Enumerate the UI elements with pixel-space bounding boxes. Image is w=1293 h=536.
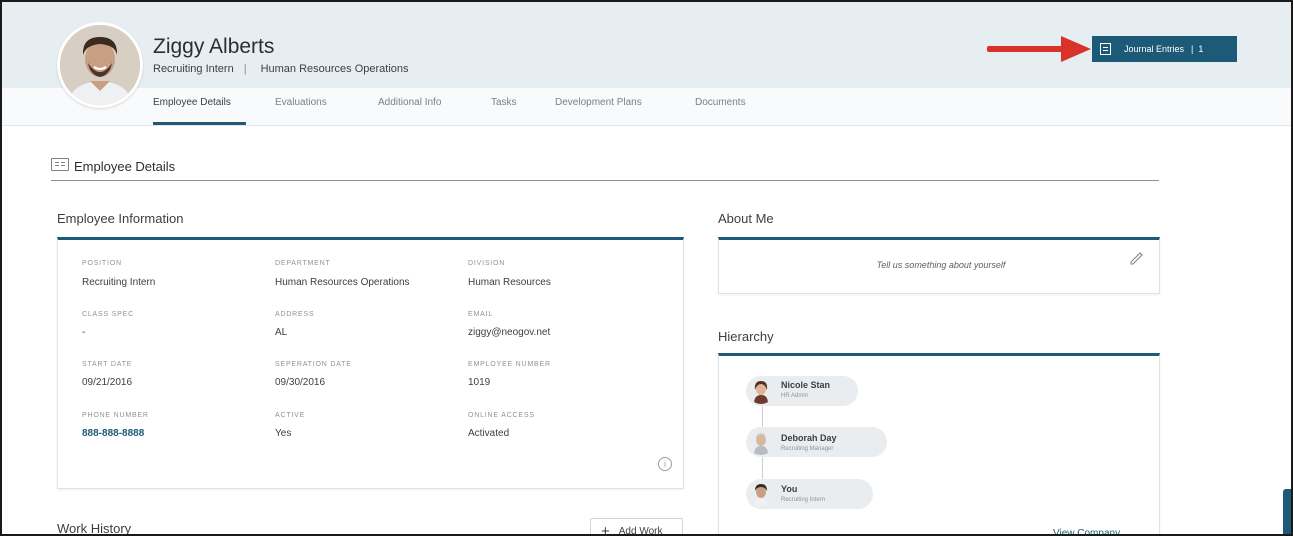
- journal-separator: |: [1191, 44, 1194, 54]
- field-label-start-date: START DATE: [82, 361, 133, 368]
- tab-development-plans[interactable]: Development Plans: [555, 97, 642, 108]
- tab-tasks[interactable]: Tasks: [491, 97, 517, 108]
- field-label-employee-number: EMPLOYEE NUMBER: [468, 361, 551, 368]
- work-history-title: Work History: [57, 521, 132, 536]
- red-arrow-icon: [987, 36, 1091, 62]
- hierarchy-person-role: HR Admin: [781, 393, 809, 399]
- field-value-address: AL: [275, 327, 288, 338]
- subtitle-separator: |: [243, 63, 247, 75]
- add-work-label: Add Work: [618, 525, 663, 536]
- employee-information-card: [57, 237, 684, 489]
- employee-position: Recruiting Intern: [153, 63, 234, 75]
- section-divider: [51, 180, 1159, 181]
- employee-subtitle: Recruiting Intern | Human Resources Operat…: [153, 63, 409, 75]
- field-value-start-date: 09/21/2016: [82, 377, 133, 388]
- journal-icon: [1100, 43, 1111, 55]
- hierarchy-person-role: Recruiting Intern: [781, 497, 826, 503]
- field-value-separation-date: 09/30/2016: [275, 377, 326, 388]
- hierarchy-person-name: Deborah Day: [781, 433, 837, 443]
- view-company-link[interactable]: View Company: [1053, 528, 1120, 534]
- hierarchy-person-name: Nicole Stan: [781, 380, 831, 390]
- scrollbar-thumb[interactable]: [1283, 489, 1291, 534]
- field-label-class-spec: CLASS SPEC: [82, 311, 134, 318]
- tab-evaluations[interactable]: Evaluations: [275, 97, 327, 108]
- field-value-active: Yes: [275, 428, 292, 439]
- employee-information-title: Employee Information: [57, 211, 184, 226]
- field-label-division: DIVISION: [468, 260, 506, 267]
- field-value-email[interactable]: ziggy@neogov.net: [468, 327, 550, 338]
- field-value-division: Human Resources: [468, 277, 551, 288]
- pencil-icon[interactable]: [1128, 249, 1144, 265]
- field-value-employee-number: 1019: [468, 377, 491, 388]
- plus-icon: +: [601, 522, 610, 536]
- journal-entries-label: Journal Entries: [1124, 44, 1185, 54]
- field-value-position: Recruiting Intern: [82, 277, 156, 288]
- field-label-address: ADDRESS: [275, 311, 315, 318]
- tab-additional-info[interactable]: Additional Info: [378, 97, 441, 108]
- field-value-department: Human Resources Operations: [275, 277, 410, 288]
- field-label-separation-date: SEPERATION DATE: [275, 361, 352, 368]
- hierarchy-title: Hierarchy: [718, 329, 774, 344]
- journal-entries-button[interactable]: Journal Entries | 1: [1092, 36, 1237, 62]
- field-label-online-access: ONLINE ACCESS: [468, 412, 535, 419]
- info-icon[interactable]: i: [658, 457, 672, 471]
- field-label-active: ACTIVE: [275, 412, 306, 419]
- tab-documents[interactable]: Documents: [695, 97, 746, 108]
- tab-employee-details[interactable]: Employee Details: [153, 97, 231, 108]
- add-work-button[interactable]: + Add Work: [590, 518, 683, 536]
- employee-department: Human Resources Operations: [260, 63, 409, 75]
- employee-name: Ziggy Alberts: [153, 35, 275, 58]
- id-card-icon: [51, 158, 69, 171]
- section-title: Employee Details: [74, 159, 176, 174]
- field-label-department: DEPARTMENT: [275, 260, 331, 267]
- avatar-image: [60, 25, 140, 105]
- field-label-phone-number: PHONE NUMBER: [82, 412, 149, 419]
- field-label-position: POSITION: [82, 260, 122, 267]
- field-value-online-access: Activated: [468, 428, 510, 439]
- app-frame: Ziggy Alberts Recruiting Intern | Human Re…: [0, 0, 1293, 536]
- hierarchy-person-role: Recruiting Manager: [781, 446, 834, 452]
- field-value-phone-number[interactable]: 888-888-8888: [82, 428, 144, 439]
- hierarchy-person-name: You: [781, 484, 798, 494]
- field-label-email: EMAIL: [468, 311, 494, 318]
- avatar: [748, 378, 774, 404]
- about-me-title: About Me: [718, 211, 774, 226]
- field-value-class-spec: -: [82, 327, 86, 338]
- avatar: [748, 481, 774, 507]
- avatar: [57, 22, 143, 108]
- active-tab-indicator: [153, 122, 246, 125]
- avatar: [748, 429, 774, 455]
- journal-entries-count: 1: [1198, 44, 1204, 54]
- about-me-placeholder[interactable]: Tell us something about yourself: [722, 260, 1160, 270]
